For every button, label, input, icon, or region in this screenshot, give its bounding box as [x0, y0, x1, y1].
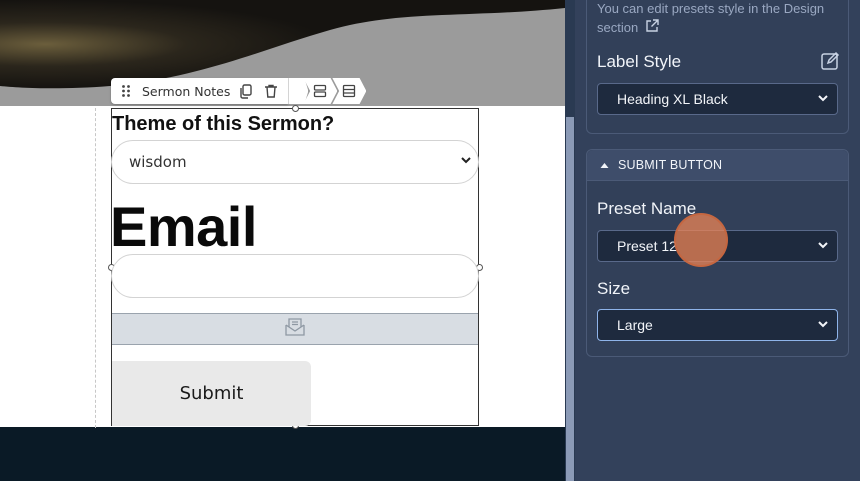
theme-question-label: Theme of this Sermon?	[112, 113, 335, 135]
block-toolbar: Sermon Notes	[111, 78, 367, 104]
size-title: Size	[597, 279, 631, 298]
theme-select-value: wisdom	[129, 153, 187, 171]
mail-open-icon	[284, 317, 306, 342]
submit-section-title: SUBMIT BUTTON	[618, 158, 723, 172]
label-style-card: You can edit presets style in the Design…	[586, 0, 849, 134]
email-field[interactable]	[111, 254, 479, 298]
block-toolbar-main: Sermon Notes	[111, 78, 289, 104]
column-guide	[95, 108, 96, 428]
block-name-label: Sermon Notes	[142, 83, 231, 99]
resize-handle-top[interactable]	[292, 105, 299, 112]
chevron-down-icon	[817, 317, 829, 333]
caret-up-icon	[600, 158, 609, 172]
external-link-icon	[644, 18, 660, 39]
theme-select[interactable]: wisdom	[111, 140, 479, 184]
breadcrumb	[288, 78, 367, 104]
scrollbar-thumb[interactable]	[566, 117, 574, 481]
size-value: Large	[617, 317, 653, 333]
size-select[interactable]: Large	[597, 309, 838, 341]
breadcrumb-row-icon[interactable]	[303, 78, 338, 104]
submit-button[interactable]: Submit	[112, 361, 311, 426]
page-footer	[0, 427, 565, 481]
label-style-title: Label Style	[597, 52, 682, 71]
design-section-link[interactable]: section	[597, 19, 660, 35]
preset-name-value: Preset 12	[617, 238, 677, 254]
email-label: Email	[110, 195, 257, 258]
trash-icon[interactable]	[262, 82, 280, 100]
preset-note: You can edit presets style in the Design…	[597, 0, 837, 39]
submit-button-section-header[interactable]: SUBMIT BUTTON	[587, 150, 848, 181]
email-block-placeholder[interactable]	[112, 313, 478, 345]
chevron-down-icon	[817, 91, 829, 107]
editor-canvas: Sermon Notes Theme of this Sermon? wisdo…	[0, 0, 565, 481]
panel-scrollbar[interactable]	[565, 0, 575, 481]
breadcrumb-separator	[288, 78, 309, 104]
breadcrumb-section-icon[interactable]	[332, 78, 367, 104]
edit-icon[interactable]	[820, 51, 840, 71]
duplicate-icon[interactable]	[237, 82, 255, 100]
form-block-selected[interactable]: Theme of this Sermon? wisdom Email Submi…	[108, 105, 483, 429]
label-style-value: Heading XL Black	[617, 91, 728, 107]
chevron-down-icon	[817, 238, 829, 254]
drag-handle-icon[interactable]	[117, 82, 135, 100]
preset-note-line1: You can edit presets style in the Design	[597, 1, 825, 16]
chevron-down-icon	[460, 153, 472, 171]
preset-name-title: Preset Name	[597, 199, 697, 218]
cursor-highlight	[674, 213, 728, 267]
label-style-select[interactable]: Heading XL Black	[597, 83, 838, 115]
